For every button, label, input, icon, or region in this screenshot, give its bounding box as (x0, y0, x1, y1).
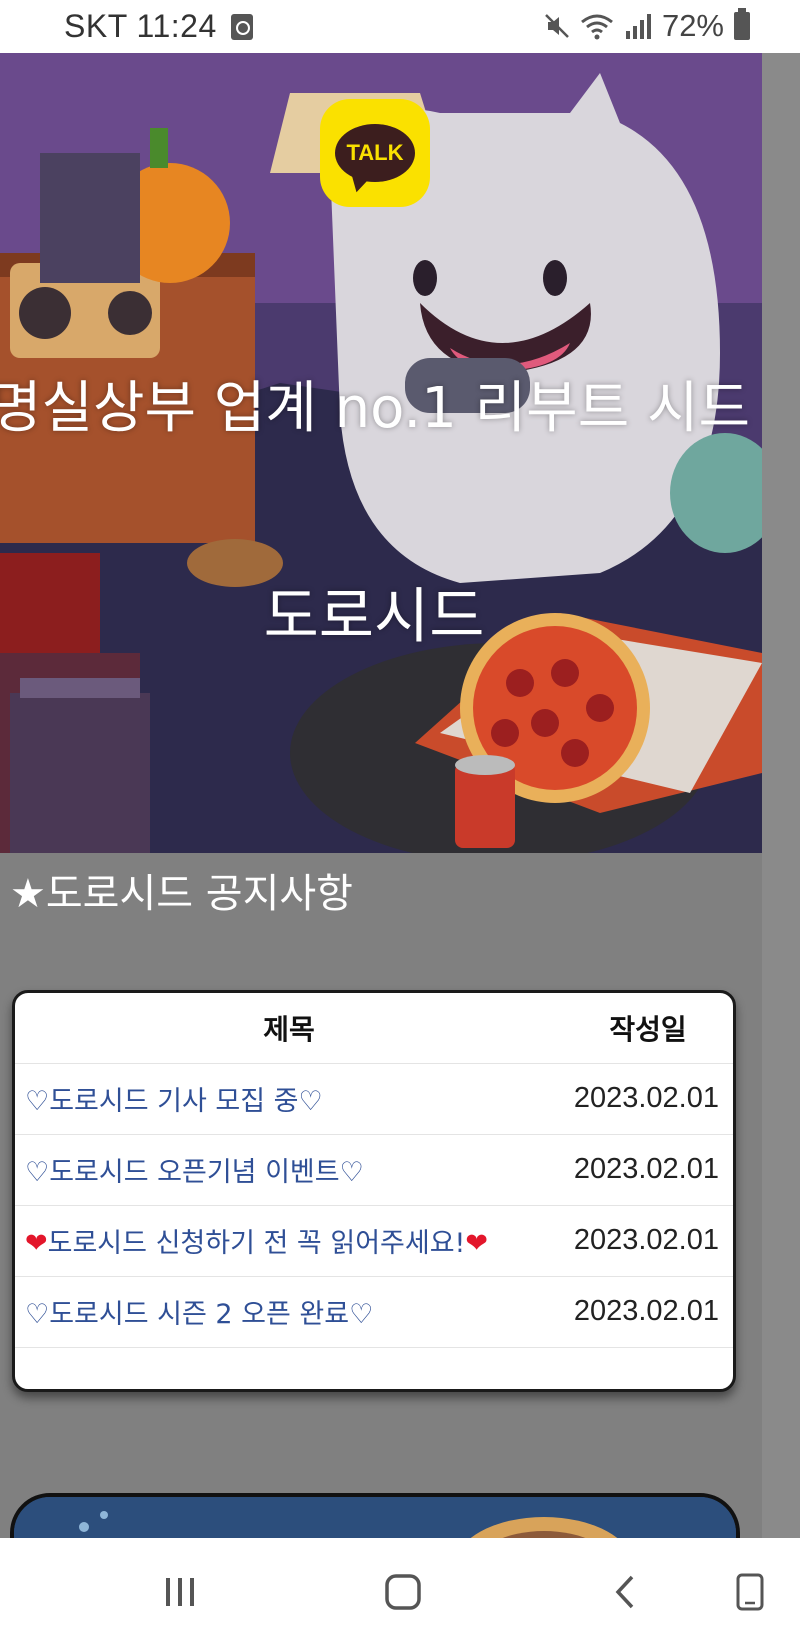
recent-apps-button[interactable] (155, 1568, 205, 1616)
screen-rotate-icon (736, 1573, 764, 1611)
next-section-card (10, 1493, 740, 1538)
hero-banner: TALK 명실상부 업계 no.1 리부트 시드 도로시드 (0, 53, 762, 853)
notice-table-card: 제목 작성일 ♡도로시드 기사 모집 중♡ 2023.02.01 ♡도로시드 오… (12, 990, 736, 1392)
column-header-title: 제목 (15, 993, 563, 1064)
status-left: SKT 11:24 (64, 8, 253, 45)
back-button[interactable] (600, 1568, 650, 1616)
notice-date: 2023.02.01 (563, 1205, 733, 1277)
scrollbar[interactable] (762, 53, 800, 1538)
notification-app-icon (230, 13, 253, 40)
red-heart-icon: ❤ (25, 1228, 48, 1259)
table-row[interactable]: ♡도로시드 시즌 2 오픈 완료♡ 2023.02.01 (15, 1276, 733, 1348)
talk-bubble-icon: TALK (335, 124, 415, 182)
web-page: TALK 명실상부 업계 no.1 리부트 시드 도로시드 ★도로시드 공지사항… (0, 53, 762, 1538)
notice-title-link[interactable]: ♡도로시드 오픈기념 이벤트♡ (15, 1134, 563, 1206)
table-row[interactable]: ♡도로시드 오픈기념 이벤트♡ 2023.02.01 (15, 1134, 733, 1206)
notice-date: 2023.02.01 (563, 1134, 733, 1206)
notice-table: 제목 작성일 ♡도로시드 기사 모집 중♡ 2023.02.01 ♡도로시드 오… (15, 993, 733, 1348)
notice-date: 2023.02.01 (563, 1063, 733, 1135)
notice-title-text: 도로시드 신청하기 전 꼭 읽어주세요! (47, 1228, 466, 1259)
carrier-time: SKT 11:24 (64, 8, 217, 44)
column-header-date: 작성일 (563, 993, 733, 1064)
battery-icon (734, 8, 750, 40)
next-section-illustration (14, 1497, 736, 1538)
battery-percent: 72% (661, 8, 724, 43)
signal-icon (625, 14, 651, 39)
home-icon (385, 1574, 421, 1610)
hero-subtitle: 도로시드 (263, 582, 485, 652)
table-row[interactable]: ❤도로시드 신청하기 전 꼭 읽어주세요!❤ 2023.02.01 (15, 1205, 733, 1277)
notice-date: 2023.02.01 (563, 1276, 733, 1348)
red-heart-icon: ❤ (465, 1228, 489, 1259)
android-nav-bar (0, 1538, 800, 1644)
talk-logo-text: TALK (346, 140, 404, 165)
notice-title-link[interactable]: ❤도로시드 신청하기 전 꼭 읽어주세요!❤ (15, 1205, 563, 1277)
home-button[interactable] (378, 1568, 428, 1616)
table-header-row: 제목 작성일 (15, 993, 733, 1064)
mute-icon (545, 14, 569, 38)
hero-title: 명실상부 업계 no.1 리부트 시드 (0, 376, 751, 441)
status-right: 72% (544, 8, 750, 44)
kakaotalk-logo[interactable]: TALK (320, 99, 430, 207)
table-row[interactable]: ♡도로시드 기사 모집 중♡ 2023.02.01 (15, 1063, 733, 1135)
screen-rotate-button[interactable] (725, 1568, 775, 1616)
notice-heading: ★도로시드 공지사항 (10, 871, 353, 917)
notice-title-link[interactable]: ♡도로시드 시즌 2 오픈 완료♡ (15, 1276, 563, 1348)
recent-apps-icon (166, 1578, 194, 1606)
wifi-icon (581, 14, 613, 40)
status-bar: SKT 11:24 72% (0, 0, 800, 53)
back-icon (615, 1575, 634, 1609)
notice-title-link[interactable]: ♡도로시드 기사 모집 중♡ (15, 1063, 563, 1135)
